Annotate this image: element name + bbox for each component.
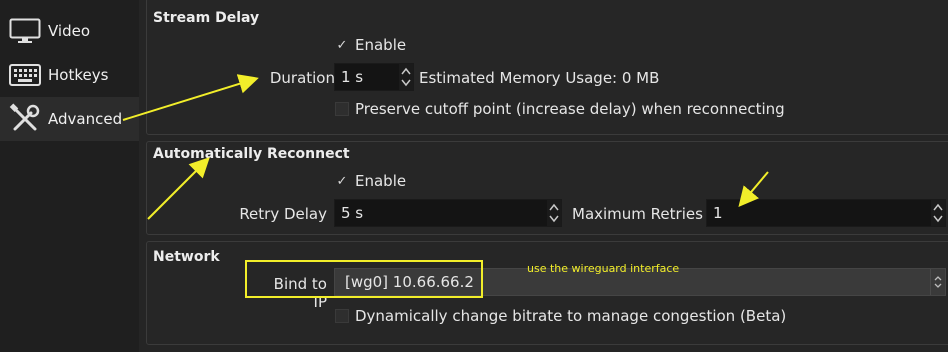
checkbox-label: Dynamically change bitrate to manage con… (355, 307, 787, 325)
sidebar-item-hotkeys[interactable]: Hotkeys (0, 53, 139, 97)
checkbox-label: Enable (355, 172, 407, 190)
spin-arrows-icon[interactable] (931, 200, 945, 226)
advanced-settings-panel: Stream Delay ✓ Enable Duration 1 s Estim… (139, 0, 948, 352)
duration-label: Duration (269, 69, 335, 87)
memory-usage-text: Estimated Memory Usage: 0 MB (419, 69, 660, 87)
annotation-text: use the wireguard interface (527, 262, 680, 275)
stream-delay-group: Stream Delay ✓ Enable Duration 1 s Estim… (146, 0, 948, 135)
sidebar-item-label: Video (48, 22, 91, 40)
duration-spinbox[interactable]: 1 s (334, 63, 414, 91)
settings-sidebar: Video Hotkeys Advanced (0, 0, 139, 352)
sidebar-item-label: Advanced (48, 110, 123, 128)
max-retries-value: 1 (713, 204, 723, 222)
duration-value: 1 s (341, 68, 364, 86)
dropdown-arrows-icon (930, 269, 945, 295)
sidebar-item-label: Hotkeys (48, 66, 109, 84)
preserve-cutoff-checkbox[interactable]: Preserve cutoff point (increase delay) w… (335, 100, 785, 118)
max-retries-label: Maximum Retries (572, 205, 703, 223)
wrench-screwdriver-icon (8, 103, 42, 134)
spin-arrows-icon[interactable] (399, 64, 413, 90)
sidebar-item-video[interactable]: Video (0, 9, 139, 53)
annotation-highlight-box (245, 260, 483, 298)
checkbox-unchecked (335, 309, 349, 323)
max-retries-spinbox[interactable]: 1 (706, 199, 946, 227)
retry-delay-spinbox[interactable]: 5 s (334, 199, 562, 227)
checkbox-label: Enable (355, 36, 407, 54)
checkmark-icon: ✓ (336, 173, 348, 189)
group-title: Stream Delay (153, 10, 260, 26)
retry-delay-label: Retry Delay (239, 205, 327, 223)
checkbox-unchecked (335, 102, 349, 116)
stream-delay-enable-checkbox[interactable]: ✓ Enable (335, 36, 407, 54)
spin-arrows-icon[interactable] (547, 200, 561, 226)
auto-reconnect-enable-checkbox[interactable]: ✓ Enable (335, 172, 407, 190)
checkmark-icon: ✓ (336, 37, 348, 53)
auto-reconnect-group: Automatically Reconnect ✓ Enable Retry D… (146, 141, 948, 235)
sidebar-item-advanced[interactable]: Advanced (0, 97, 139, 141)
group-title: Network (153, 249, 220, 265)
keyboard-icon (8, 60, 42, 90)
retry-delay-value: 5 s (341, 204, 364, 222)
monitor-icon (8, 16, 42, 46)
group-title: Automatically Reconnect (153, 146, 350, 162)
dynamic-bitrate-checkbox[interactable]: Dynamically change bitrate to manage con… (335, 307, 786, 325)
checkbox-label: Preserve cutoff point (increase delay) w… (355, 100, 785, 118)
